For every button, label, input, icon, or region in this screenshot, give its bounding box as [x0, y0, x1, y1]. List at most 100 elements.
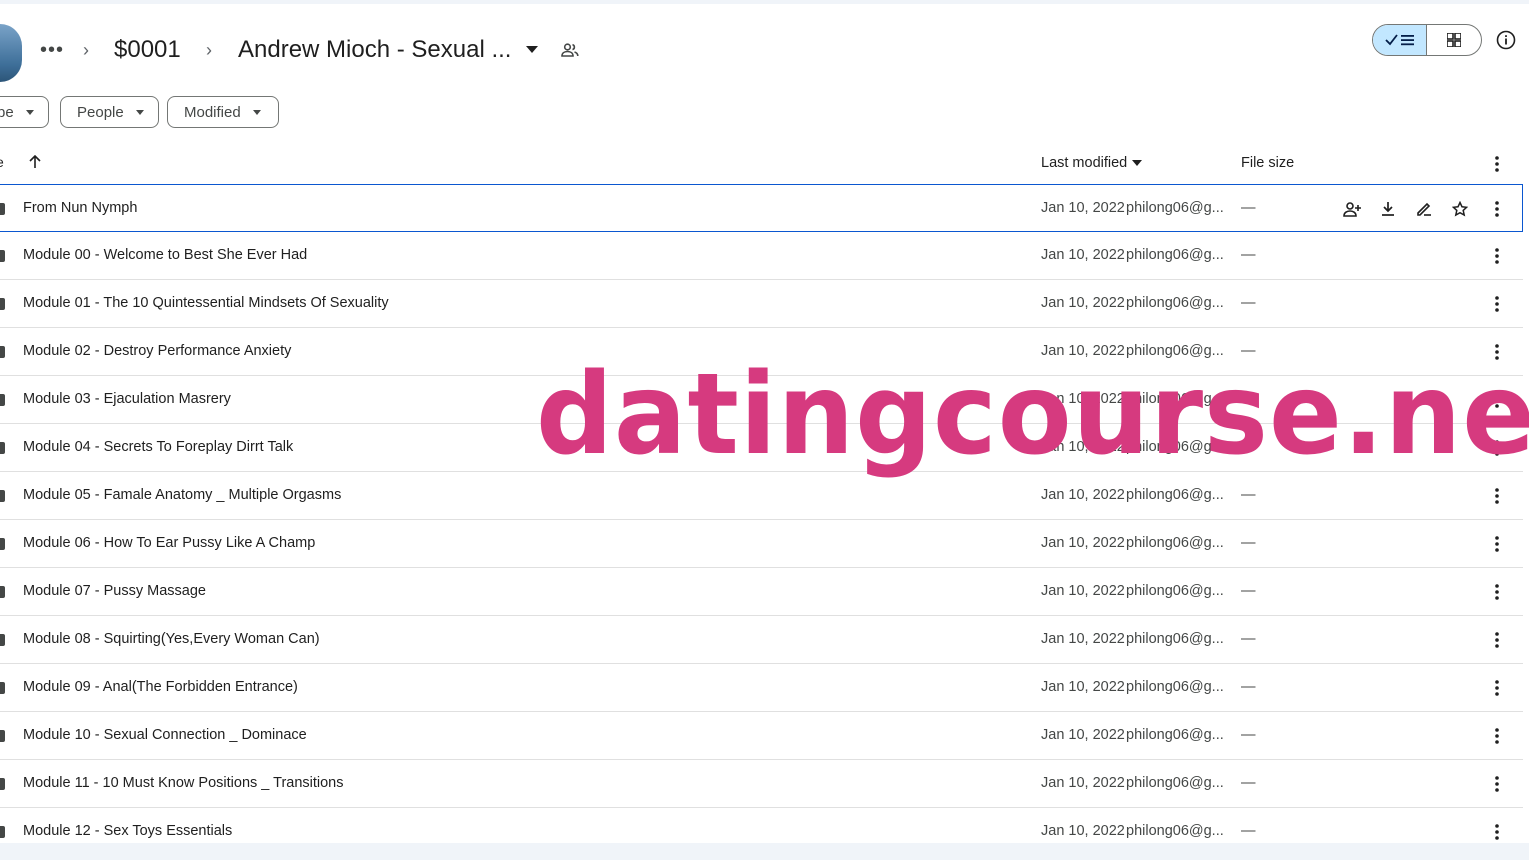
table-row[interactable]: Module 01 - The 10 Quintessential Mindse… — [0, 280, 1523, 328]
modified-by: philong06@g... — [1126, 583, 1224, 599]
more-vert-icon[interactable] — [1485, 676, 1509, 700]
table-row[interactable]: Module 06 - How To Ear Pussy Like A Cham… — [0, 520, 1523, 568]
modified-by: philong06@g... — [1126, 535, 1224, 551]
file-name[interactable]: Module 05 - Famale Anatomy _ Multiple Or… — [23, 487, 341, 503]
file-size-column-header[interactable]: File size — [1241, 155, 1294, 171]
last-modified-column-header[interactable]: Last modified — [1041, 155, 1143, 171]
file-size: — — [1241, 247, 1256, 263]
caret-down-icon — [135, 109, 144, 115]
file-name[interactable]: Module 10 - Sexual Connection _ Dominace — [23, 727, 307, 743]
modified-by: philong06@g... — [1126, 295, 1224, 311]
grid-icon — [1447, 33, 1461, 47]
breadcrumb-folder[interactable]: $0001 — [106, 32, 189, 68]
file-name[interactable]: Module 07 - Pussy Massage — [23, 583, 206, 599]
more-vert-icon[interactable] — [1485, 820, 1509, 844]
folder-icon — [0, 538, 5, 550]
file-name[interactable]: Module 09 - Anal(The Forbidden Entrance) — [23, 679, 298, 695]
more-vert-icon[interactable] — [1485, 197, 1509, 221]
table-row[interactable]: Module 11 - 10 Must Know Positions _ Tra… — [0, 760, 1523, 808]
file-name[interactable]: Module 02 - Destroy Performance Anxiety — [23, 343, 291, 359]
download-icon[interactable] — [1376, 197, 1400, 221]
modified-by: philong06@g... — [1126, 727, 1224, 743]
file-size: — — [1241, 727, 1256, 743]
modified-by: philong06@g... — [1126, 775, 1224, 791]
table-row[interactable]: Module 08 - Squirting(Yes,Every Woman Ca… — [0, 616, 1523, 664]
modified-date: Jan 10, 2022 — [1041, 247, 1125, 263]
table-row[interactable]: Module 10 - Sexual Connection _ Dominace… — [0, 712, 1523, 760]
column-header: e Last modified File size — [0, 140, 1529, 184]
modified-filter-label: Modified — [184, 103, 241, 121]
type-filter-chip[interactable]: pe — [0, 96, 49, 128]
more-vert-icon[interactable] — [1485, 724, 1509, 748]
table-row[interactable]: Module 00 - Welcome to Best She Ever Had… — [0, 232, 1523, 280]
file-size: — — [1241, 200, 1256, 216]
drive-folder-view: ••• › $0001 › Andrew Mioch - Sexual ... — [0, 0, 1529, 860]
modified-date: Jan 10, 2022 — [1041, 631, 1125, 647]
more-vert-icon[interactable] — [1485, 532, 1509, 556]
breadcrumb-more-button[interactable]: ••• — [40, 36, 64, 64]
file-name[interactable]: Module 00 - Welcome to Best She Ever Had — [23, 247, 307, 263]
caret-down-icon[interactable] — [520, 36, 544, 64]
modified-date: Jan 10, 2022 — [1041, 727, 1125, 743]
modified-by: philong06@g... — [1126, 631, 1224, 647]
view-toggle — [1372, 24, 1482, 56]
shared-people-icon[interactable] — [558, 38, 582, 62]
folder-icon — [0, 778, 5, 790]
file-name[interactable]: From Nun Nymph — [23, 200, 137, 216]
folder-icon — [0, 490, 5, 502]
file-size: — — [1241, 583, 1256, 599]
caret-down-icon — [25, 109, 34, 115]
folder-icon — [0, 298, 5, 310]
info-icon[interactable] — [1494, 28, 1518, 52]
type-filter-label: pe — [0, 103, 14, 121]
arrow-up-icon[interactable] — [26, 152, 44, 172]
more-vert-icon[interactable] — [1485, 292, 1509, 316]
folder-icon — [0, 586, 5, 598]
more-vert-icon[interactable] — [1485, 772, 1509, 796]
chevron-right-icon: › — [83, 39, 89, 60]
file-name[interactable]: Module 08 - Squirting(Yes,Every Woman Ca… — [23, 631, 320, 647]
table-row[interactable]: Module 09 - Anal(The Forbidden Entrance)… — [0, 664, 1523, 712]
avatar[interactable] — [0, 24, 22, 82]
file-size: — — [1241, 823, 1256, 839]
folder-icon — [0, 682, 5, 694]
rename-icon[interactable] — [1412, 197, 1436, 221]
table-row[interactable]: Module 07 - Pussy Massage Jan 10, 2022 p… — [0, 568, 1523, 616]
row-actions — [1340, 197, 1472, 221]
folder-icon — [0, 250, 5, 262]
list-view-button[interactable] — [1373, 25, 1428, 55]
file-size: — — [1241, 679, 1256, 695]
grid-view-button[interactable] — [1427, 25, 1481, 55]
chevron-right-icon: › — [206, 39, 212, 60]
modified-filter-chip[interactable]: Modified — [167, 96, 279, 128]
more-vert-icon[interactable] — [1485, 152, 1509, 176]
people-filter-label: People — [77, 103, 124, 121]
share-icon[interactable] — [1340, 197, 1364, 221]
file-name[interactable]: Module 04 - Secrets To Foreplay Dirrt Ta… — [23, 439, 293, 455]
breadcrumb-current-folder[interactable]: Andrew Mioch - Sexual ... — [230, 30, 519, 70]
watermark-text: datingcourse.net — [536, 350, 1529, 480]
caret-down-icon — [1132, 160, 1143, 166]
caret-down-icon — [252, 109, 261, 115]
table-row[interactable]: From Nun Nymph Jan 10, 2022 philong06@g.… — [0, 184, 1523, 232]
folder-icon — [0, 826, 5, 838]
file-name[interactable]: Module 01 - The 10 Quintessential Mindse… — [23, 295, 389, 311]
bottom-strip — [0, 843, 1529, 860]
file-name[interactable]: Module 12 - Sex Toys Essentials — [23, 823, 232, 839]
file-name[interactable]: Module 03 - Ejaculation Masrery — [23, 391, 231, 407]
people-filter-chip[interactable]: People — [60, 96, 159, 128]
folder-icon — [0, 442, 5, 454]
name-column-header[interactable]: e — [0, 154, 4, 170]
star-icon[interactable] — [1448, 197, 1472, 221]
more-vert-icon[interactable] — [1485, 244, 1509, 268]
modified-date: Jan 10, 2022 — [1041, 583, 1125, 599]
modified-by: philong06@g... — [1126, 823, 1224, 839]
more-vert-icon[interactable] — [1485, 628, 1509, 652]
file-name[interactable]: Module 11 - 10 Must Know Positions _ Tra… — [23, 775, 344, 791]
more-vert-icon[interactable] — [1485, 580, 1509, 604]
folder-icon — [0, 346, 5, 358]
modified-by: philong06@g... — [1126, 679, 1224, 695]
last-modified-label: Last modified — [1041, 155, 1128, 171]
modified-date: Jan 10, 2022 — [1041, 295, 1125, 311]
file-name[interactable]: Module 06 - How To Ear Pussy Like A Cham… — [23, 535, 315, 551]
